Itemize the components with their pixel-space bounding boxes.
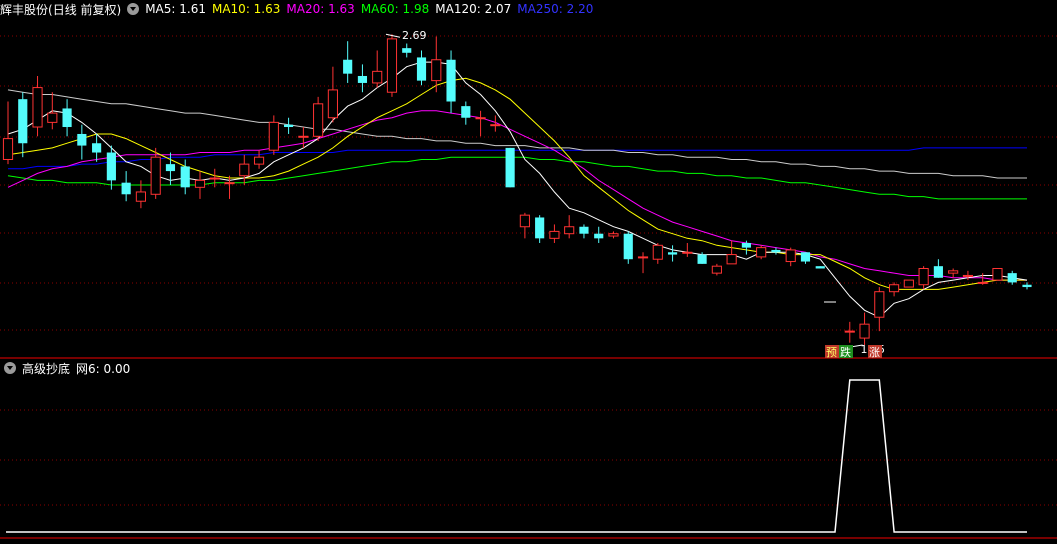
predict-tag: 预	[826, 346, 837, 359]
candle-body-down	[594, 233, 604, 239]
candle-body-up	[239, 163, 250, 177]
drop-tag: 跌	[840, 345, 851, 359]
indicator-name: 高级抄底	[22, 361, 71, 376]
chart-canvas[interactable]: 2.691.35预跌涨	[0, 0, 1057, 540]
candle-body-down	[106, 152, 116, 181]
ma20-line	[7, 110, 1027, 281]
candle-body-down	[697, 254, 707, 264]
candle-body-down	[121, 182, 131, 195]
candle-body-up	[386, 38, 398, 93]
candle-body-up	[47, 112, 58, 123]
candle-body-down	[92, 143, 102, 153]
candle-body-down	[579, 226, 589, 234]
candle-body-up	[918, 268, 929, 286]
candle-body-down	[771, 249, 781, 253]
candle-body-down	[402, 48, 412, 53]
chart-period: (日线 前复权)	[48, 2, 122, 17]
candle-body-up	[962, 274, 974, 277]
candle-body-up	[519, 214, 530, 228]
ma60-line	[7, 156, 1027, 200]
candle-body-up	[652, 244, 663, 260]
candle-body-up	[889, 284, 900, 293]
candle-body-up	[992, 268, 1003, 281]
indicator-line	[6, 379, 1027, 533]
ma20-label: MA20: 1.63	[286, 2, 355, 16]
candle-body-down	[357, 75, 368, 83]
ma10-label: MA10: 1.63	[211, 2, 281, 16]
candle-body-up	[32, 87, 43, 128]
candle-body-up	[209, 177, 220, 180]
ma60-label: MA60: 1.98	[360, 2, 430, 16]
candle-body-down	[446, 59, 456, 102]
candle-body-up	[785, 249, 796, 263]
candle-body-up	[637, 256, 649, 259]
candle-body-up	[903, 279, 914, 288]
candle-body-up	[431, 59, 442, 82]
candle-body-down	[180, 166, 190, 188]
candle-body-down	[1022, 284, 1032, 288]
candle-body-up	[859, 323, 870, 339]
ma120-label: MA120: 2.07	[435, 2, 512, 16]
candle-body-down	[741, 242, 751, 248]
chevron-down-icon[interactable]	[4, 362, 16, 374]
candle-body-up	[726, 254, 737, 265]
indicator-value: 网6: 0.00	[76, 361, 131, 376]
candle-body-down	[800, 252, 811, 262]
candle-body-up	[135, 191, 146, 202]
candle-body-up	[490, 124, 501, 127]
candle-body-down	[461, 106, 471, 118]
ma5-line	[7, 61, 1028, 318]
candle-body-up	[2, 138, 14, 160]
candle-body-up	[977, 281, 988, 284]
ma10-line	[7, 77, 1027, 290]
candle-body-down	[623, 233, 633, 260]
candle-body-up	[253, 156, 265, 165]
candle-body-up	[844, 330, 855, 333]
ma120-line	[7, 89, 1027, 179]
candle-body-up	[564, 226, 575, 235]
rise-tag: 涨	[869, 346, 880, 359]
candle-body-up	[194, 179, 206, 188]
candle-body-up	[874, 291, 885, 318]
high-price-label: 2.69	[402, 29, 427, 42]
candle-body-down	[284, 124, 294, 128]
candle-body-down	[165, 164, 176, 172]
candle-body-down	[77, 133, 87, 146]
candle-body-up	[549, 230, 560, 239]
candle-body-down	[505, 147, 515, 188]
ma250-line	[8, 147, 1027, 170]
candle-body-up	[224, 182, 235, 185]
candle-body-down	[535, 217, 545, 239]
stock-chart-window: 2.691.35预跌涨 辉丰股份 (日线 前复权) MA5: 1.61 MA10…	[0, 0, 1057, 540]
indicator-header: 高级抄底 网6: 0.00	[4, 359, 136, 377]
candle-body-up	[372, 70, 383, 84]
candle-body-down	[416, 57, 427, 81]
candle-body-up	[313, 103, 324, 137]
candle-body-up	[711, 265, 722, 274]
candle-body-up	[268, 121, 279, 151]
candle-body-up	[327, 89, 338, 119]
candle-body-up	[298, 135, 309, 138]
candle-body-down	[815, 266, 825, 269]
stock-name: 辉丰股份	[0, 2, 49, 17]
candle-body-up	[756, 247, 767, 258]
main-chart-header: 辉丰股份 (日线 前复权) MA5: 1.61 MA10: 1.63 MA20:…	[0, 0, 599, 18]
candle-body-up	[682, 251, 693, 254]
candle-body-down	[933, 266, 943, 278]
candle-body-up	[150, 156, 161, 195]
chevron-down-icon[interactable]	[127, 3, 140, 15]
candle-body-up	[475, 117, 486, 120]
candle-body-down	[1007, 273, 1017, 283]
candle-body-up	[948, 270, 959, 274]
ma250-label: MA250: 2.20	[517, 2, 594, 16]
ma5-label: MA5: 1.61	[145, 2, 206, 16]
candle-body-down	[62, 108, 72, 128]
candle-body-down	[667, 252, 678, 255]
candle-body-down	[343, 59, 353, 74]
candle-body-up	[608, 233, 619, 237]
candle-body-down	[18, 99, 28, 144]
